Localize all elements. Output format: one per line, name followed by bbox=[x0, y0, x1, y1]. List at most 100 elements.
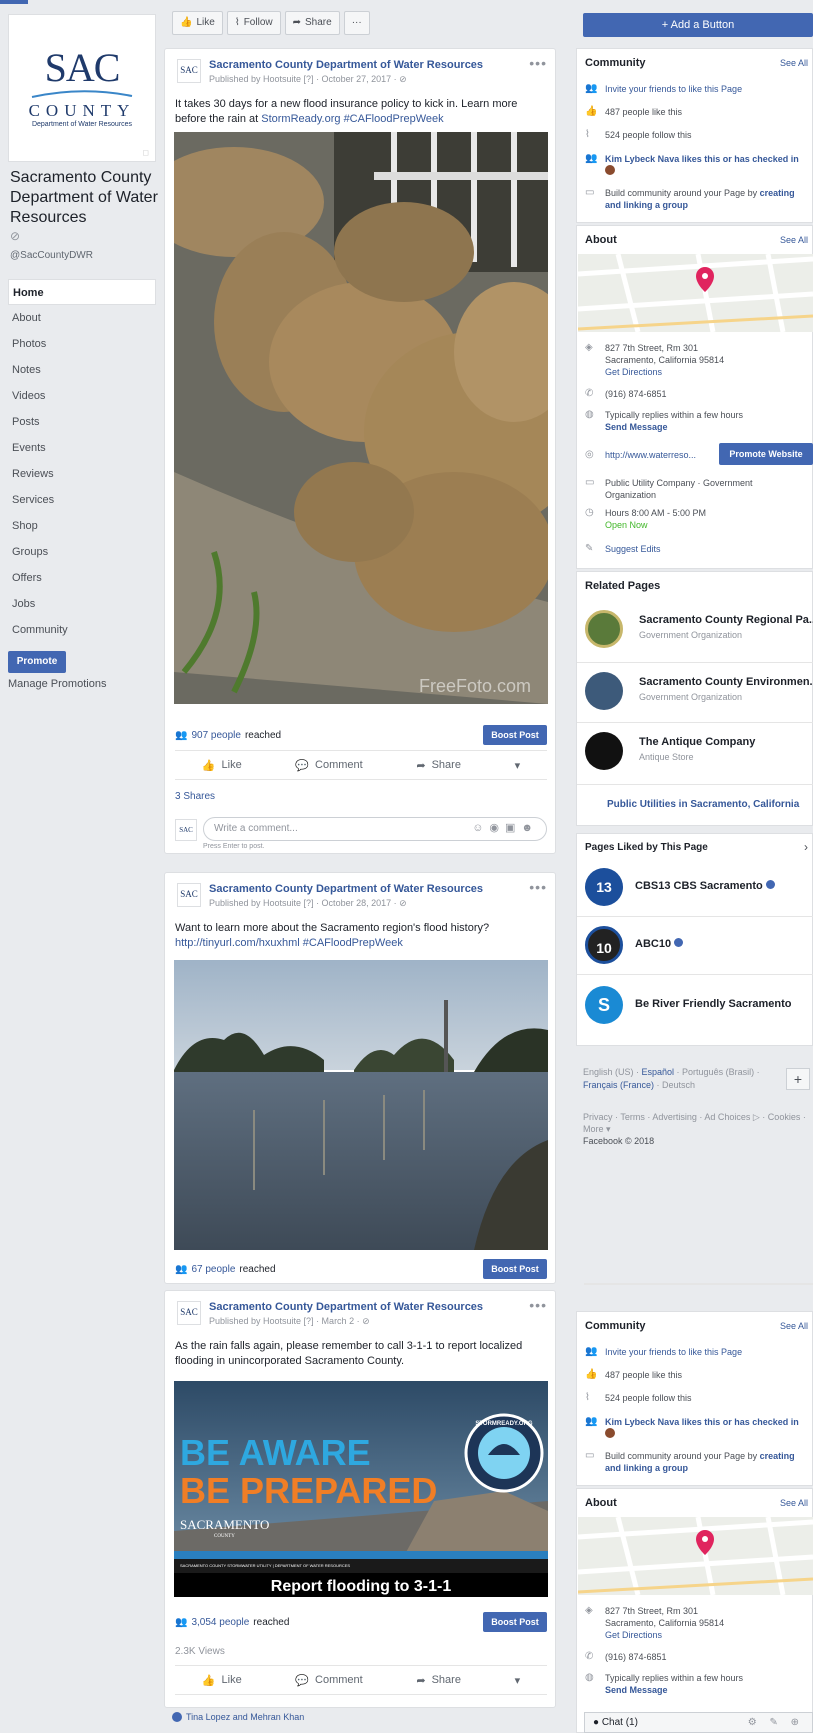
comment-button[interactable]: 💬 Comment bbox=[295, 759, 362, 772]
sidebar-item-about[interactable]: About bbox=[8, 305, 156, 331]
post-author[interactable]: Sacramento County Department of Water Re… bbox=[209, 883, 483, 895]
post-banner-be-aware[interactable]: SACRAMENTO COUNTY STORMWATER UTILITY | D… bbox=[174, 1381, 548, 1597]
divider bbox=[577, 784, 813, 785]
reach-label: reached bbox=[244, 729, 282, 741]
reach-count[interactable]: 67 people bbox=[191, 1264, 235, 1275]
follow-button[interactable]: ⌇ Follow bbox=[226, 11, 281, 35]
comment-button[interactable]: 💬 Comment bbox=[295, 1674, 362, 1687]
like-page-button[interactable]: 👍 Like bbox=[172, 11, 223, 35]
related-page-item[interactable]: Sacramento County Regional Pa... Governm… bbox=[585, 608, 813, 650]
audience-dropdown[interactable]: ▾ bbox=[515, 1674, 521, 1687]
more-languages-button[interactable]: + bbox=[786, 1068, 810, 1090]
reach-label: reached bbox=[239, 1263, 276, 1275]
sidebar-item-photos[interactable]: Photos bbox=[8, 331, 156, 357]
camera-icon[interactable]: ◻ bbox=[142, 148, 149, 157]
boost-post-button[interactable]: Boost Post bbox=[483, 1612, 547, 1632]
post-link[interactable]: http://tinyurl.com/hxuxhml #CAFloodPrepW… bbox=[175, 937, 403, 949]
related-page-item[interactable]: Sacramento County Environmen... Governme… bbox=[585, 670, 813, 712]
like-button[interactable]: 👍 Like bbox=[202, 759, 242, 772]
location-map[interactable] bbox=[578, 254, 813, 332]
post-options-icon[interactable]: ••• bbox=[529, 879, 547, 895]
footer-links[interactable]: Privacy · Terms · Advertising · Ad Choic… bbox=[583, 1111, 811, 1135]
comment-attachment-icons[interactable]: ☺◉▣☻ bbox=[472, 821, 539, 834]
invite-row[interactable]: 👥 Invite your friends to like this Page bbox=[585, 83, 813, 95]
chat-settings-icons[interactable]: ⚙ ✎ ⊕ bbox=[748, 1713, 804, 1732]
location-map[interactable] bbox=[578, 1517, 813, 1595]
boost-post-button[interactable]: Boost Post bbox=[483, 1259, 547, 1279]
post-avatar[interactable]: SAC bbox=[177, 883, 201, 907]
sidebar-item-notes[interactable]: Notes bbox=[8, 357, 156, 383]
post-avatar[interactable]: SAC bbox=[177, 1301, 201, 1325]
post-options-icon[interactable]: ••• bbox=[529, 1297, 547, 1313]
website-link[interactable]: http://www.waterreso... bbox=[605, 449, 696, 461]
sidebar-item-jobs[interactable]: Jobs bbox=[8, 591, 156, 617]
post-avatar[interactable]: SAC bbox=[177, 59, 201, 83]
rss-icon: ⌇ bbox=[234, 17, 240, 28]
post-author[interactable]: Sacramento County Department of Water Re… bbox=[209, 1301, 483, 1313]
follows-row[interactable]: ⌇ 524 people follow this bbox=[585, 129, 813, 141]
lang-fr[interactable]: Français (France) bbox=[583, 1080, 654, 1090]
post-options-icon[interactable]: ••• bbox=[529, 55, 547, 71]
audience-dropdown[interactable]: ▾ bbox=[515, 759, 521, 772]
promote-button[interactable]: Promote bbox=[8, 651, 66, 673]
promote-website-button[interactable]: Promote Website bbox=[719, 443, 813, 465]
share-page-button[interactable]: ➦ Share bbox=[284, 11, 340, 35]
page-title[interactable]: Sacramento County Department of Water Re… bbox=[10, 168, 160, 228]
community-see-all-link[interactable]: See All bbox=[780, 58, 808, 68]
sidebar-item-events[interactable]: Events bbox=[8, 435, 156, 461]
send-message-link[interactable]: Send Message bbox=[605, 422, 668, 432]
sidebar-item-home[interactable]: Home bbox=[8, 279, 156, 305]
cbs13-logo[interactable]: 13 bbox=[585, 868, 623, 906]
chat-bar[interactable]: ● Chat (1) ⚙ ✎ ⊕ bbox=[584, 1712, 813, 1733]
liked-page-name[interactable]: ABC10 bbox=[635, 938, 684, 950]
about-see-all-link[interactable]: See All bbox=[780, 1498, 808, 1508]
reach-count[interactable]: 3,054 people bbox=[191, 1617, 249, 1628]
more-options-button[interactable]: ··· bbox=[343, 11, 370, 35]
lang-es[interactable]: Español bbox=[642, 1067, 675, 1077]
friends-like-line[interactable]: Tina Lopez and Mehran Khan bbox=[172, 1712, 304, 1722]
public-utilities-link[interactable]: Public Utilities in Sacramento, Californ… bbox=[607, 799, 799, 810]
sidebar-item-services[interactable]: Services bbox=[8, 487, 156, 513]
page-handle[interactable]: @SacCountyDWR bbox=[10, 250, 93, 261]
reach-count[interactable]: 907 people bbox=[191, 730, 241, 741]
share-button[interactable]: ➦ Share bbox=[416, 1674, 461, 1687]
sidebar-item-community[interactable]: Community bbox=[8, 617, 156, 643]
post-link[interactable]: StormReady.org #CAFloodPrepWeek bbox=[261, 113, 443, 125]
sidebar-item-groups[interactable]: Groups bbox=[8, 539, 156, 565]
likes-row[interactable]: 👍 487 people like this bbox=[585, 1369, 813, 1381]
related-page-item[interactable]: The Antique Company Antique Store bbox=[585, 730, 813, 772]
likes-row[interactable]: 👍 487 people like this bbox=[585, 106, 813, 118]
liked-page-name[interactable]: Be River Friendly Sacramento bbox=[635, 998, 792, 1010]
checkin-row[interactable]: 👥 Kim Lybeck Nava likes this or has check… bbox=[585, 1416, 813, 1441]
shares-count[interactable]: 3 Shares bbox=[175, 791, 215, 802]
invite-row[interactable]: 👥 Invite your friends to like this Page bbox=[585, 1346, 813, 1358]
about-see-all-link[interactable]: See All bbox=[780, 235, 808, 245]
post-photo-flooded-field[interactable] bbox=[174, 960, 548, 1250]
abc10-logo[interactable]: 10 bbox=[585, 926, 623, 964]
post-meta: Published by Hootsuite [?] · October 28,… bbox=[209, 898, 407, 908]
sidebar-item-videos[interactable]: Videos bbox=[8, 383, 156, 409]
profile-picture[interactable]: SAC COUNTY Department of Water Resources… bbox=[8, 14, 156, 162]
post-photo-sandbags[interactable]: FreeFoto.com bbox=[174, 132, 548, 704]
sidebar-item-reviews[interactable]: Reviews bbox=[8, 461, 156, 487]
get-directions-link[interactable]: Get Directions bbox=[605, 367, 662, 377]
river-friendly-logo[interactable]: S bbox=[585, 986, 623, 1024]
checkin-row[interactable]: 👥 Kim Lybeck Nava likes this or has check… bbox=[585, 153, 813, 178]
follows-row[interactable]: ⌇ 524 people follow this bbox=[585, 1392, 813, 1404]
community-see-all-link[interactable]: See All bbox=[780, 1321, 808, 1331]
boost-post-button[interactable]: Boost Post bbox=[483, 725, 547, 745]
views-count[interactable]: 2.3K Views bbox=[175, 1646, 225, 1657]
manage-promotions-link[interactable]: Manage Promotions bbox=[8, 678, 106, 690]
sidebar-item-posts[interactable]: Posts bbox=[8, 409, 156, 435]
next-arrow-icon[interactable]: › bbox=[804, 840, 808, 854]
sidebar-item-offers[interactable]: Offers bbox=[8, 565, 156, 591]
sidebar-item-shop[interactable]: Shop bbox=[8, 513, 156, 539]
like-button[interactable]: 👍 Like bbox=[202, 1674, 242, 1687]
add-a-button[interactable]: + Add a Button bbox=[583, 13, 813, 37]
post-author[interactable]: Sacramento County Department of Water Re… bbox=[209, 59, 483, 71]
get-directions-link[interactable]: Get Directions bbox=[605, 1630, 662, 1640]
share-button[interactable]: ➦ Share bbox=[416, 759, 461, 772]
liked-page-name[interactable]: CBS13 CBS Sacramento bbox=[635, 880, 775, 892]
suggest-edits-row[interactable]: ✎ Suggest Edits bbox=[585, 543, 813, 555]
send-message-link[interactable]: Send Message bbox=[605, 1685, 668, 1695]
